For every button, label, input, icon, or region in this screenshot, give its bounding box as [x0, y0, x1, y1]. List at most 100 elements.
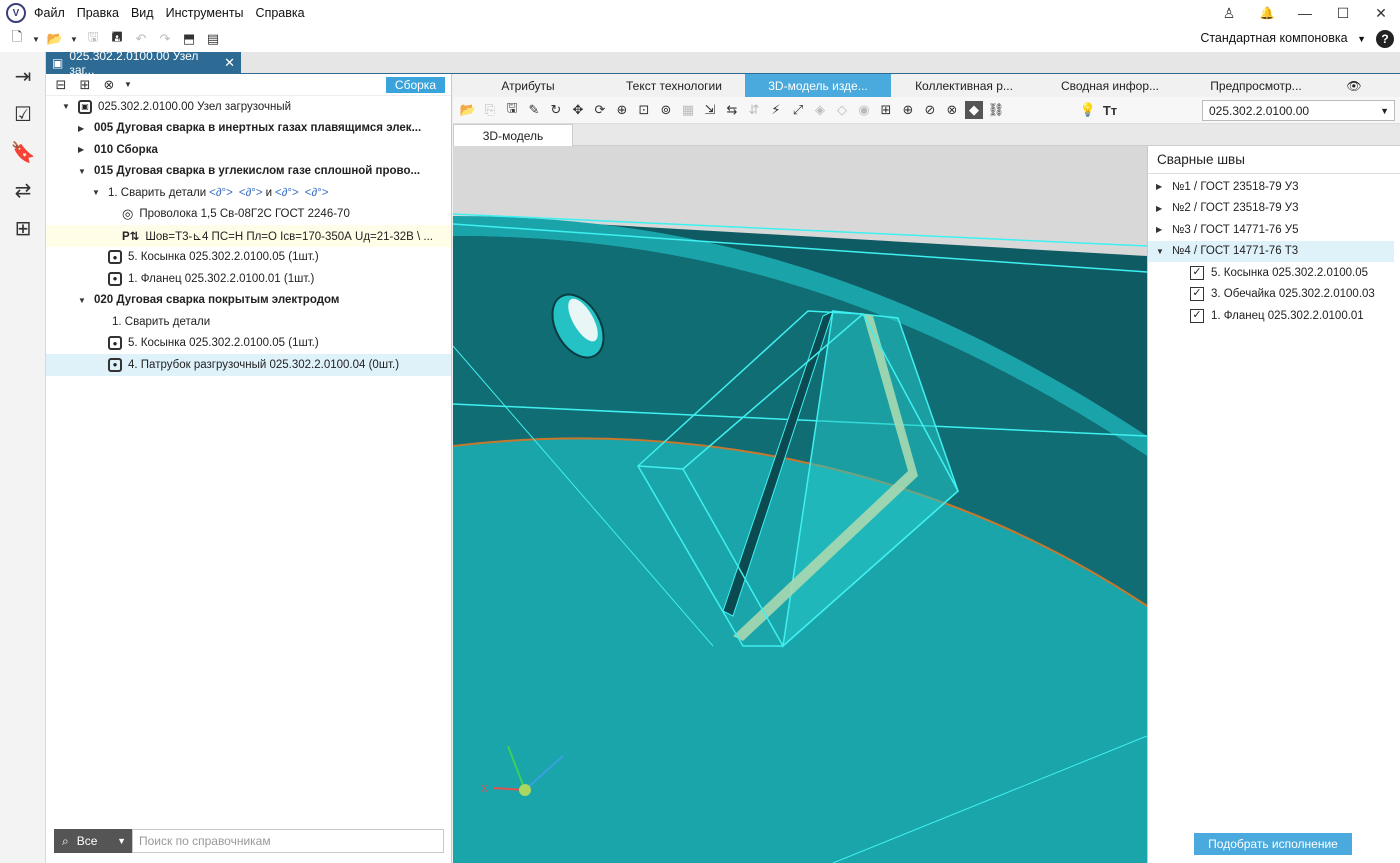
text-size-icon[interactable]: Tт [1101, 101, 1119, 119]
report-icon[interactable]: ▤ [204, 30, 222, 48]
search-filter-dropdown[interactable]: ⌕ Все ▼ [54, 829, 132, 853]
menu-help[interactable]: Справка [256, 6, 305, 20]
export-icon[interactable]: ⬒ [180, 30, 198, 48]
expand-arrow-icon[interactable]: ▼ [92, 188, 102, 197]
compare-icon[interactable]: ⇵ [745, 101, 763, 119]
tab-attributes[interactable]: Атрибуты [453, 74, 603, 97]
document-tab[interactable]: ▣ 025.302.2.0100.00 Узел заг... ✕ [46, 49, 241, 77]
dropdown-arrow-icon[interactable]: ▼ [32, 30, 40, 48]
copy-icon[interactable]: ⎘ [481, 101, 499, 119]
maximize-button[interactable]: ☐ [1324, 5, 1362, 22]
tab-3d-view[interactable]: 3D-модель [453, 124, 573, 146]
close-tab-icon[interactable]: ✕ [224, 55, 235, 71]
link-icon[interactable]: ⛓ [987, 101, 1005, 119]
weld-part-obechayka[interactable]: ✓ 3. Обечайка 025.302.2.0100.03 [1148, 284, 1394, 306]
select-variant-button[interactable]: Подобрать исполнение [1194, 833, 1352, 855]
render-icon[interactable]: ◈ [811, 101, 829, 119]
tree-node-op010[interactable]: ▶ 010 Сборка [46, 139, 451, 161]
measure-icon[interactable]: ⚡ [767, 101, 785, 119]
pan-icon[interactable]: ✥ [569, 101, 587, 119]
expand-tree-icon[interactable]: ⊟ [52, 76, 70, 94]
checklist-icon[interactable]: ☑ [9, 100, 37, 128]
checkbox-checked[interactable]: ✓ [1190, 287, 1204, 302]
tree-node-op015[interactable]: ▼ 015 Дуговая сварка в углекислом газе с… [46, 161, 451, 183]
part-link[interactable]: <∂°> [239, 187, 263, 199]
checkbox-checked[interactable]: ✓ [1190, 265, 1204, 280]
light-bulb-icon[interactable]: 💡 [1079, 101, 1097, 119]
layout-selector[interactable]: Стандартная компоновка ▼ [1200, 31, 1366, 45]
refresh-icon[interactable]: ↻ [547, 101, 565, 119]
filter-icon[interactable]: ⊗ [100, 76, 118, 94]
layers-icon[interactable]: ▦ [679, 101, 697, 119]
collapsed-arrow-icon[interactable]: ▶ [78, 124, 88, 133]
weld-item-3[interactable]: ▶ №3 / ГОСТ 14771-76 У5 [1148, 219, 1394, 241]
model-viewport[interactable]: X [453, 146, 1147, 863]
tree-node-wire[interactable]: ◎ Проволока 1,5 Св-08Г2С ГОСТ 2246-70 [46, 204, 451, 226]
import-icon[interactable]: ⇲ [701, 101, 719, 119]
weld-mode-icon[interactable]: ◆ [965, 101, 983, 119]
open-folder-icon[interactable]: 📂 [459, 101, 477, 119]
tab-preview[interactable]: Предпросмотр... [1183, 74, 1329, 97]
tree-node-op005[interactable]: ▶ 005 Дуговая сварка в инертных газах пл… [46, 118, 451, 140]
weld-list-icon[interactable]: ⊞ [877, 101, 895, 119]
expand-arrow-icon[interactable]: ▼ [78, 296, 88, 305]
structure-tree-icon[interactable]: ⊞ [9, 214, 37, 242]
new-document-icon[interactable]: 🗋 [8, 29, 26, 48]
edit-pencil-icon[interactable]: ✎ [525, 101, 543, 119]
menu-tools[interactable]: Инструменты [166, 6, 244, 20]
camera-icon[interactable]: ◉ [855, 101, 873, 119]
tab-collaborative[interactable]: Коллективная р... [891, 74, 1037, 97]
app-logo-icon[interactable]: V [6, 3, 26, 23]
tree-node-weld-params[interactable]: P⇅ Шов=Т3-⊾4 ПС=Н Пл=О Iсв=170-350А Uд=2… [46, 225, 451, 247]
menu-view[interactable]: Вид [131, 6, 154, 20]
swap-icon[interactable]: ⇆ [723, 101, 741, 119]
tree-node-op020[interactable]: ▼ 020 Дуговая сварка покрытым электродом [46, 290, 451, 312]
transfer-icon[interactable]: ⇥ [9, 62, 37, 90]
save-icon[interactable]: 🖫 [503, 100, 521, 119]
tree-node-root[interactable]: ▼ ▣ 025.302.2.0100.00 Узел загрузочный [46, 96, 451, 118]
weld-item-4[interactable]: ▼ №4 / ГОСТ 14771-76 Т3 [1148, 240, 1394, 262]
explode-icon[interactable]: ◇ [833, 101, 851, 119]
weld-part-kosynka[interactable]: ✓ 5. Косынка 025.302.2.0100.05 [1148, 262, 1394, 284]
zoom-fit-icon[interactable]: ⊚ [657, 101, 675, 119]
redo-icon[interactable]: ↷ [156, 30, 174, 48]
weld-edit-icon[interactable]: ⊘ [921, 101, 939, 119]
collapsed-arrow-icon[interactable]: ▶ [1156, 225, 1166, 234]
dropdown-arrow-icon[interactable]: ▼ [70, 30, 78, 48]
bookmark-icon[interactable]: 🔖 [9, 138, 37, 166]
part-link[interactable]: <∂°> [209, 187, 233, 199]
collapsed-arrow-icon[interactable]: ▶ [1156, 204, 1166, 213]
user-icon[interactable]: ♙ [1210, 5, 1248, 22]
tab-technology-text[interactable]: Текст технологии [603, 74, 745, 97]
tab-3d-model[interactable]: 3D-модель изде... [745, 74, 891, 97]
collapsed-arrow-icon[interactable]: ▶ [1156, 182, 1166, 191]
weld-part-flanets[interactable]: ✓ 1. Фланец 025.302.2.0100.01 [1148, 305, 1394, 327]
weld-item-1[interactable]: ▶ №1 / ГОСТ 23518-79 У3 [1148, 176, 1394, 198]
process-icon[interactable]: ⇄ [9, 176, 37, 204]
dropdown-arrow-icon[interactable]: ▼ [124, 76, 132, 94]
weld-item-2[interactable]: ▶ №2 / ГОСТ 23518-79 У3 [1148, 198, 1394, 220]
save-icon[interactable]: 🖫 [84, 29, 102, 48]
save-all-icon[interactable]: 🖪 [108, 29, 126, 48]
rotate-icon[interactable]: ⟳ [591, 101, 609, 119]
menu-edit[interactable]: Правка [77, 6, 119, 20]
eye-icon[interactable]: 👁 [1329, 74, 1379, 97]
expand-arrow-icon[interactable]: ▼ [1156, 247, 1166, 256]
weld-add-icon[interactable]: ⊕ [899, 101, 917, 119]
menu-file[interactable]: Файл [34, 6, 65, 20]
search-input[interactable]: Поиск по справочникам [132, 829, 444, 853]
model-selector[interactable]: 025.302.2.0100.00 ▼ [1202, 100, 1395, 121]
zoom-in-icon[interactable]: ⊕ [613, 101, 631, 119]
collapse-tree-icon[interactable]: ⊞ [76, 76, 94, 94]
collapsed-arrow-icon[interactable]: ▶ [78, 145, 88, 154]
notification-bell-icon[interactable]: 🔔 [1248, 6, 1286, 20]
zoom-window-icon[interactable]: ⊡ [635, 101, 653, 119]
part-link[interactable]: <∂°> [275, 187, 299, 199]
checkbox-checked[interactable]: ✓ [1190, 308, 1204, 323]
expand-arrow-icon[interactable]: ▼ [78, 167, 88, 176]
tree-node-part-patrubok[interactable]: ● 4. Патрубок разгрузочный 025.302.2.010… [46, 354, 451, 376]
tab-summary[interactable]: Сводная инфор... [1037, 74, 1183, 97]
tree-node-part-kosynka[interactable]: ● 5. Косынка 025.302.2.0100.05 (1шт.) [46, 247, 451, 269]
expand-arrow-icon[interactable]: ▼ [62, 102, 72, 111]
tree-node-step-weld-2[interactable]: 1. Сварить детали [46, 311, 451, 333]
